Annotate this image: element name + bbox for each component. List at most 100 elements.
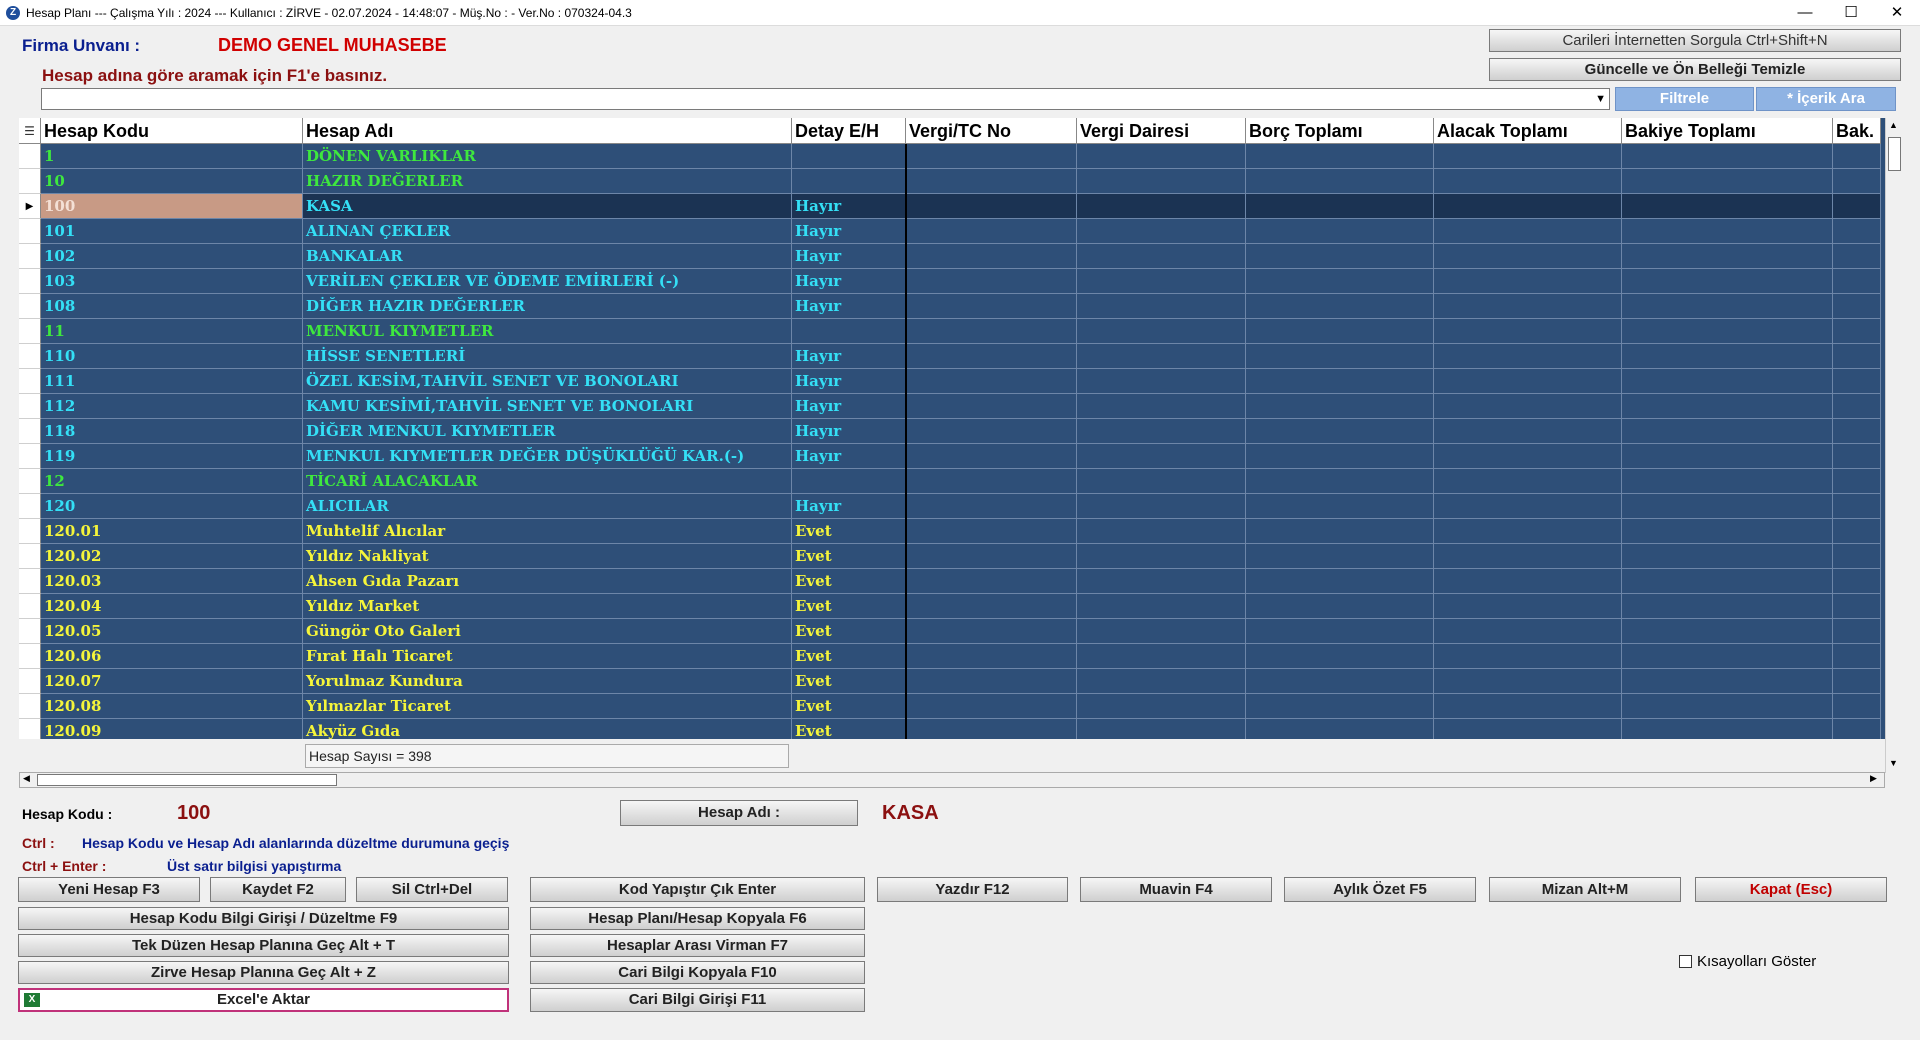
cell-name[interactable]: Yıldız Nakliyat	[303, 544, 792, 569]
table-row[interactable]: 10 HAZIR DEĞERLER	[19, 169, 1881, 194]
internet-query-button[interactable]: Carileri İnternetten Sorgula Ctrl+Shift+…	[1489, 29, 1901, 52]
cell-empty[interactable]	[906, 594, 1077, 619]
new-account-button[interactable]: Yeni Hesap F3	[18, 877, 200, 902]
cell-empty[interactable]	[906, 219, 1077, 244]
cell-empty[interactable]	[906, 369, 1077, 394]
cell-empty[interactable]	[1077, 144, 1246, 169]
row-header[interactable]	[19, 344, 41, 369]
cell-empty[interactable]	[1434, 294, 1622, 319]
cell-empty[interactable]	[906, 494, 1077, 519]
row-header[interactable]	[19, 519, 41, 544]
column-header-credit-total[interactable]: Alacak Toplamı	[1434, 118, 1622, 144]
cell-empty[interactable]	[1833, 319, 1881, 344]
cell-empty[interactable]	[1077, 194, 1246, 219]
cell-empty[interactable]	[1434, 219, 1622, 244]
zirve-plan-button[interactable]: Zirve Hesap Planına Geç Alt + Z	[18, 961, 509, 984]
cell-empty[interactable]	[1246, 369, 1434, 394]
cell-detay[interactable]: Evet	[792, 544, 906, 569]
cell-name[interactable]: Muhtelif Alıcılar	[303, 519, 792, 544]
table-row[interactable]: 108 DİĞER HAZIR DEĞERLER Hayır	[19, 294, 1881, 319]
cell-name[interactable]: Akyüz Gıda	[303, 719, 792, 739]
cell-detay[interactable]: Evet	[792, 519, 906, 544]
column-header-tax-office[interactable]: Vergi Dairesi	[1077, 118, 1246, 144]
save-button[interactable]: Kaydet F2	[210, 877, 346, 902]
cell-empty[interactable]	[906, 169, 1077, 194]
cell-detay[interactable]: Evet	[792, 669, 906, 694]
cell-empty[interactable]	[1246, 319, 1434, 344]
cell-detay[interactable]: Evet	[792, 694, 906, 719]
cell-empty[interactable]	[1622, 444, 1833, 469]
cell-name[interactable]: MENKUL KIYMETLER DEĞER DÜŞÜKLÜĞÜ KAR.(-)	[303, 444, 792, 469]
show-shortcuts-checkbox[interactable]	[1679, 955, 1692, 968]
cell-empty[interactable]	[1622, 169, 1833, 194]
cell-name[interactable]: MENKUL KIYMETLER	[303, 319, 792, 344]
cell-empty[interactable]	[906, 144, 1077, 169]
vertical-scrollbar[interactable]: ▲ ▼	[1885, 118, 1902, 773]
cell-name[interactable]: HİSSE SENETLERİ	[303, 344, 792, 369]
cell-name[interactable]: TİCARİ ALACAKLAR	[303, 469, 792, 494]
cell-empty[interactable]	[1622, 694, 1833, 719]
cell-detay[interactable]: Hayır	[792, 344, 906, 369]
cell-empty[interactable]	[906, 569, 1077, 594]
cell-empty[interactable]	[906, 644, 1077, 669]
cell-empty[interactable]	[1077, 569, 1246, 594]
cell-empty[interactable]	[1434, 244, 1622, 269]
cell-empty[interactable]	[906, 419, 1077, 444]
cell-code[interactable]: 120.04	[41, 594, 303, 619]
cell-empty[interactable]	[1434, 594, 1622, 619]
cell-detay[interactable]: Hayır	[792, 394, 906, 419]
cell-empty[interactable]	[1246, 469, 1434, 494]
row-header[interactable]	[19, 469, 41, 494]
paste-code-exit-button[interactable]: Kod Yapıştır Çık Enter	[530, 877, 865, 902]
cell-empty[interactable]	[1833, 219, 1881, 244]
cell-empty[interactable]	[1246, 344, 1434, 369]
row-header[interactable]	[19, 294, 41, 319]
cell-empty[interactable]	[1246, 144, 1434, 169]
cell-name[interactable]: Yıldız Market	[303, 594, 792, 619]
table-row[interactable]: 120.09 Akyüz Gıda Evet	[19, 719, 1881, 739]
delete-button[interactable]: Sil Ctrl+Del	[356, 877, 508, 902]
cell-empty[interactable]	[906, 194, 1077, 219]
row-header[interactable]	[19, 444, 41, 469]
cell-name[interactable]: ÖZEL KESİM,TAHVİL SENET VE BONOLARI	[303, 369, 792, 394]
cell-code[interactable]: 101	[41, 219, 303, 244]
cell-empty[interactable]	[1622, 344, 1833, 369]
cell-name[interactable]: KASA	[303, 194, 792, 219]
cell-code[interactable]: 102	[41, 244, 303, 269]
cell-empty[interactable]	[1077, 694, 1246, 719]
cell-empty[interactable]	[1077, 469, 1246, 494]
cell-empty[interactable]	[906, 394, 1077, 419]
cell-empty[interactable]	[1434, 519, 1622, 544]
cell-empty[interactable]	[1622, 244, 1833, 269]
table-row[interactable]: 120.07 Yorulmaz Kundura Evet	[19, 669, 1881, 694]
table-row[interactable]: 120.03 Ahsen Gıda Pazarı Evet	[19, 569, 1881, 594]
muavin-button[interactable]: Muavin F4	[1080, 877, 1272, 902]
cell-name[interactable]: Ahsen Gıda Pazarı	[303, 569, 792, 594]
cell-empty[interactable]	[1833, 544, 1881, 569]
cell-empty[interactable]	[1833, 244, 1881, 269]
accounts-grid[interactable]: ☰ Hesap Kodu Hesap Adı Detay E/H Vergi/T…	[19, 118, 1885, 739]
cell-empty[interactable]	[906, 319, 1077, 344]
show-shortcuts-label[interactable]: Kısayolları Göster	[1697, 953, 1816, 970]
cell-empty[interactable]	[906, 694, 1077, 719]
cell-empty[interactable]	[1622, 369, 1833, 394]
column-header-debit-total[interactable]: Borç Toplamı	[1246, 118, 1434, 144]
cell-code[interactable]: 112	[41, 394, 303, 419]
table-row[interactable]: 120.08 Yılmazlar Ticaret Evet	[19, 694, 1881, 719]
table-row[interactable]: ▶ 100 KASA Hayır	[19, 194, 1881, 219]
update-clear-cache-button[interactable]: Güncelle ve Ön Belleği Temizle	[1489, 58, 1901, 81]
cell-empty[interactable]	[1434, 494, 1622, 519]
cell-empty[interactable]	[1622, 669, 1833, 694]
cell-empty[interactable]	[1833, 269, 1881, 294]
cell-empty[interactable]	[1622, 519, 1833, 544]
cell-detay[interactable]: Hayır	[792, 219, 906, 244]
cell-empty[interactable]	[1246, 519, 1434, 544]
cell-empty[interactable]	[1077, 594, 1246, 619]
cell-empty[interactable]	[906, 294, 1077, 319]
cell-empty[interactable]	[1622, 544, 1833, 569]
cell-empty[interactable]	[1622, 194, 1833, 219]
table-row[interactable]: 12 TİCARİ ALACAKLAR	[19, 469, 1881, 494]
row-header[interactable]	[19, 569, 41, 594]
cell-empty[interactable]	[1077, 444, 1246, 469]
column-header-balance-short[interactable]: Bak.	[1833, 118, 1881, 144]
